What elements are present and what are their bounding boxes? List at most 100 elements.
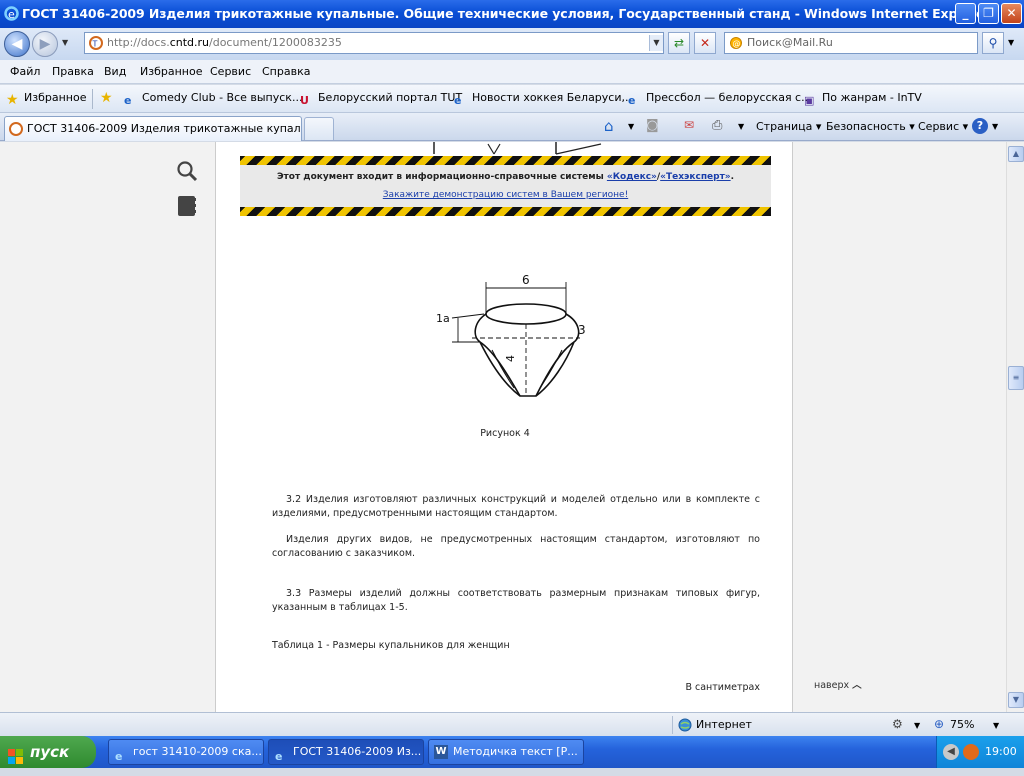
url-prefix: http://docs. (107, 36, 170, 49)
maximize-button[interactable]: ❐ (978, 3, 999, 24)
stop-button[interactable]: ✕ (694, 32, 716, 54)
home-dropdown-icon[interactable]: ▼ (628, 122, 634, 131)
dim-1a-top (451, 313, 485, 319)
close-button[interactable]: ✕ (1001, 3, 1022, 24)
taskbar-item-gost-31406[interactable]: e ГОСТ 31406-2009 Из... (268, 739, 424, 765)
fav-link-label: По жанрам - InTV (822, 91, 922, 104)
svg-text:e: e (8, 8, 15, 21)
favorites-button[interactable]: ★ Избранное (6, 91, 86, 108)
vertical-scrollbar[interactable]: ▲ ≡ ▼ (1006, 142, 1024, 712)
taskbar-item-gost-31410[interactable]: e гост 31410-2009 ска... (108, 739, 264, 765)
tray-back-icon[interactable]: ◀ (943, 744, 959, 760)
svg-text:T: T (92, 40, 98, 49)
title-bar[interactable]: e ГОСТ 31406-2009 Изделия трикотажные ку… (0, 0, 1024, 28)
safety-menu[interactable]: Безопасность ▾ (826, 120, 915, 133)
table-1-title: Таблица 1 - Размеры купальников для женщ… (272, 640, 510, 651)
search-button[interactable]: ⚲ (982, 32, 1004, 54)
taskbar-item-word-doc[interactable]: W Методичка текст [Р... (428, 739, 584, 765)
kodeks-link[interactable]: «Кодекс» (607, 172, 657, 182)
ie-icon: e (275, 750, 283, 763)
zoom-level[interactable]: 75% (950, 718, 974, 731)
menu-favorites[interactable]: Избранное (140, 65, 202, 78)
tools-menu[interactable]: Сервис ▾ (918, 120, 968, 133)
help-dropdown-icon[interactable]: ▼ (992, 122, 998, 131)
kodeks-banner: Этот документ входит в информационно-спр… (240, 156, 771, 216)
fav-link-intv[interactable]: ▣ По жанрам - InTV (804, 91, 922, 108)
taskbar-item-label: гост 31410-2009 ска... (133, 745, 262, 758)
refresh-button[interactable]: ⇄ (668, 32, 690, 54)
security-zone-label: Интернет (696, 718, 752, 731)
page-favicon-icon (9, 122, 23, 136)
figure-4-swimsuit-diagram: 6 1а 3 4 (436, 273, 586, 397)
start-button[interactable]: пуск (0, 736, 96, 768)
menu-view[interactable]: Вид (104, 65, 126, 78)
protected-mode-icon[interactable]: ⚙ (892, 717, 903, 731)
address-bar[interactable]: T http://docs.cntd.ru/document/120008323… (84, 32, 664, 54)
menu-tools[interactable]: Сервис (210, 65, 251, 78)
print-dropdown-icon[interactable]: ▼ (738, 122, 744, 131)
minimize-button[interactable]: _ (955, 3, 976, 24)
safety-menu-label: Безопасность (826, 120, 906, 133)
back-arrow-icon: ◀ (11, 36, 23, 52)
paragraph-3-2: 3.2 Изделия изготовляют различных констр… (272, 494, 760, 519)
body-outline (474, 313, 580, 397)
start-label: пуск (30, 743, 70, 761)
zoom-dropdown-icon[interactable]: ▼ (993, 721, 999, 730)
mail-icon[interactable]: ✉ (684, 118, 694, 132)
search-input[interactable]: @ Поиск@Mail.Ru (724, 32, 978, 54)
favorites-star-icon: ★ (6, 92, 19, 108)
to-top-link[interactable]: наверх ︿ (814, 677, 862, 691)
page-viewport: Этот документ входит в информационно-спр… (0, 142, 1006, 712)
tab-gost-document[interactable]: ГОСТ 31406-2009 Изделия трикотажные купа… (4, 116, 302, 141)
fav-link-label: Comedy Club - Все выпуск... (142, 91, 303, 104)
system-tray: ◀ 19:00 (936, 736, 1024, 768)
page-menu-label: Страница (756, 120, 813, 133)
address-dropdown-icon[interactable]: ▼ (649, 35, 663, 51)
clock[interactable]: 19:00 (985, 745, 1017, 758)
fav-link-comedy-club[interactable]: e Comedy Club - Все выпуск... (124, 91, 302, 108)
help-icon[interactable]: ? (972, 118, 988, 134)
banner-text-prefix: Этот документ входит в информационно-спр… (276, 172, 604, 182)
protected-mode-dropdown-icon[interactable]: ▼ (914, 721, 920, 730)
menu-help[interactable]: Справка (262, 65, 310, 78)
feeds-icon[interactable]: ◙ (646, 118, 659, 133)
scroll-up-icon[interactable]: ▲ (1008, 146, 1024, 162)
notebook-icon[interactable] (177, 195, 197, 220)
fav-link-tut[interactable]: U Белорусский портал TUT (300, 91, 462, 108)
search-options-icon[interactable]: ▼ (1008, 38, 1014, 47)
tray-app-icon[interactable] (963, 744, 979, 760)
print-icon[interactable]: ⎙ (712, 118, 722, 133)
paragraph-3-3: 3.3 Размеры изделий должны соответствова… (272, 588, 760, 613)
menu-bar: Файл Правка Вид Избранное Сервис Справка (0, 60, 1024, 84)
fav-link-hockey[interactable]: e Новости хоккея Беларуси,... (454, 91, 636, 108)
tv-icon: ▣ (804, 94, 815, 107)
new-tab-button[interactable] (304, 117, 334, 140)
windows-flag-icon (8, 744, 24, 764)
label-6: 6 (522, 273, 530, 287)
techexpert-link[interactable]: «Техэксперт» (660, 172, 730, 182)
home-icon[interactable]: ⌂ (604, 117, 614, 135)
tut-logo-icon: U (300, 94, 309, 107)
menu-file[interactable]: Файл (10, 65, 40, 78)
scroll-down-icon[interactable]: ▼ (1008, 692, 1024, 708)
ie-page-icon: e (454, 94, 462, 107)
stop-icon: ✕ (699, 36, 711, 50)
tab-title: ГОСТ 31406-2009 Изделия трикотажные купа… (27, 122, 302, 135)
chevron-up-icon: ︿ (852, 680, 862, 691)
menu-edit[interactable]: Правка (52, 65, 94, 78)
tools-menu-label: Сервис (918, 120, 960, 133)
url-host: cntd.ru (169, 36, 209, 49)
ie-page-icon: e (124, 94, 132, 107)
scroll-thumb[interactable]: ≡ (1008, 366, 1024, 390)
back-button[interactable]: ◀ (4, 31, 30, 57)
page-menu[interactable]: Страница ▾ (756, 120, 821, 133)
zoom-icon[interactable]: ⊕ (934, 717, 944, 731)
history-dropdown-icon[interactable]: ▼ (62, 38, 68, 47)
label-4: 4 (504, 355, 517, 362)
to-top-label: наверх (814, 680, 850, 691)
add-favorite-icon[interactable]: ★ (100, 90, 113, 106)
fav-link-pressball[interactable]: e Прессбол — белорусская с... (628, 91, 812, 108)
demo-order-link[interactable]: Закажите демонстрацию систем в Вашем рег… (240, 190, 771, 200)
search-icon[interactable] (176, 160, 198, 185)
forward-button[interactable]: ▶ (32, 31, 58, 57)
